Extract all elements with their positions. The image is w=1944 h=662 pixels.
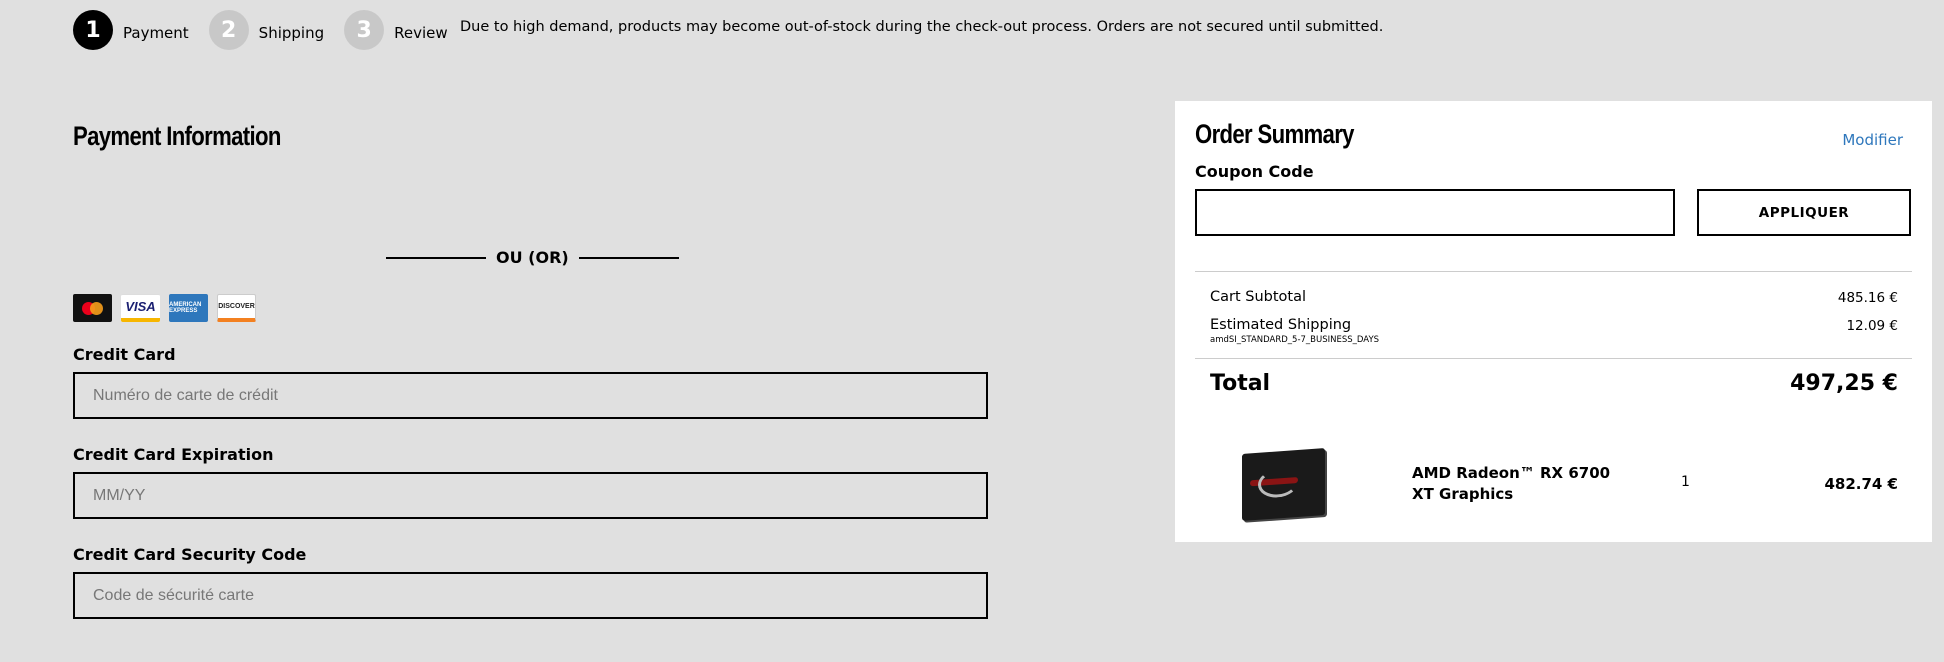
amex-icon: AMERICAN EXPRESS <box>169 294 208 322</box>
step-number: 1 <box>73 10 113 50</box>
visa-icon: VISA <box>121 294 160 322</box>
stock-notice: Due to high demand, products may become … <box>460 19 1384 35</box>
product-name: AMD Radeon™ RX 6700 XT Graphics <box>1412 464 1611 503</box>
divider <box>1195 271 1912 272</box>
step-payment[interactable]: 1 Payment <box>73 10 189 50</box>
discover-icon: DISCOVER <box>217 294 256 322</box>
card-logos: VISA AMERICAN EXPRESS DISCOVER <box>73 294 265 322</box>
expiration-input[interactable]: MM/YY <box>73 472 988 519</box>
coupon-label: Coupon Code <box>1195 162 1314 181</box>
step-number: 3 <box>344 10 385 50</box>
subtotal-value: 485.16 € <box>1837 290 1898 306</box>
expiration-label: Credit Card Expiration <box>73 445 274 464</box>
security-code-input[interactable]: Code de sécurité carte <box>73 572 988 619</box>
shipping-method-code: amdSI_STANDARD_5-7_BUSINESS_DAYS <box>1210 335 1380 345</box>
credit-card-label: Credit Card <box>73 345 176 364</box>
order-summary-title: Order Summary <box>1195 119 1354 149</box>
shipping-value: 12.09 € <box>1846 318 1898 334</box>
apply-coupon-button[interactable]: APPLIQUER <box>1697 189 1911 236</box>
step-label: Payment <box>123 24 189 42</box>
total-value: 497,25 € <box>1790 371 1898 396</box>
divider-line <box>578 256 679 259</box>
coupon-input[interactable] <box>1195 189 1675 236</box>
checkout-steps: 1 Payment 2 Shipping 3 Review <box>73 10 468 50</box>
step-label: Shipping <box>258 24 325 42</box>
credit-card-input[interactable]: Numéro de carte de crédit <box>73 372 988 419</box>
or-divider: OU (OR) <box>386 248 679 267</box>
step-review[interactable]: 3 Review <box>344 10 448 50</box>
step-label: Review <box>394 24 448 42</box>
payment-title: Payment Information <box>73 121 281 151</box>
divider-line <box>386 256 486 259</box>
product-image <box>1242 448 1325 521</box>
product-quantity: 1 <box>1681 474 1690 490</box>
order-summary: Order Summary Modifier Coupon Code APPLI… <box>1175 101 1932 542</box>
mastercard-icon <box>73 294 112 322</box>
modify-link[interactable]: Modifier <box>1842 131 1903 149</box>
divider <box>1195 358 1912 359</box>
total-label: Total <box>1210 371 1271 396</box>
security-code-label: Credit Card Security Code <box>73 545 307 564</box>
step-shipping[interactable]: 2 Shipping <box>208 10 325 50</box>
step-number: 2 <box>208 10 249 50</box>
subtotal-label: Cart Subtotal <box>1210 289 1307 305</box>
or-text: OU (OR) <box>496 248 569 267</box>
shipping-label: Estimated Shipping <box>1210 317 1352 333</box>
product-price: 482.74 € <box>1824 475 1898 493</box>
